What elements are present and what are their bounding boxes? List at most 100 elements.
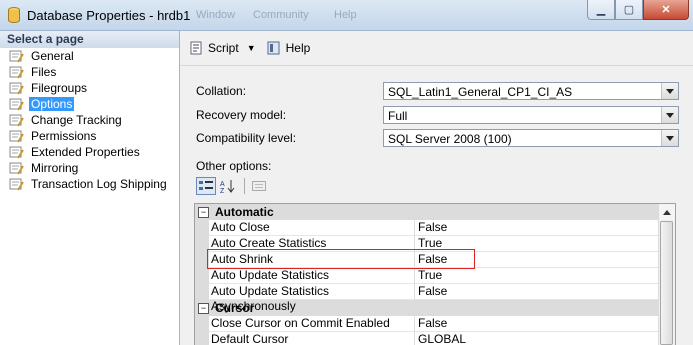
window-title: Database Properties - hrdb1 xyxy=(27,8,191,23)
property-value[interactable]: False xyxy=(415,284,675,300)
window-controls: ▁ ▢ ✕ xyxy=(587,0,689,20)
property-value[interactable]: False xyxy=(415,316,675,332)
property-value[interactable]: True xyxy=(415,268,675,284)
collapse-icon[interactable]: − xyxy=(198,302,209,314)
compat-select[interactable]: SQL Server 2008 (100) xyxy=(383,129,679,147)
property-row[interactable]: Auto Shrink False xyxy=(195,252,675,268)
categorized-icon xyxy=(199,181,213,190)
other-options-label: Other options: xyxy=(196,159,272,173)
recovery-row: Recovery model: xyxy=(196,105,384,125)
help-button[interactable]: Help xyxy=(266,40,311,56)
page-wrench-icon xyxy=(9,98,24,111)
sidebar-item-general[interactable]: General xyxy=(0,48,179,64)
property-grid: − Automatic Auto Close False Auto Create Sta… xyxy=(194,203,676,345)
ghost-menu-help: Help xyxy=(334,9,357,21)
property-name: Auto Close xyxy=(195,220,415,236)
property-name: Auto Create Statistics xyxy=(195,236,415,252)
page-wrench-icon xyxy=(9,114,24,127)
alphabetical-button[interactable]: A Z xyxy=(218,177,238,195)
property-pages-button[interactable] xyxy=(249,177,269,195)
property-pages-icon xyxy=(252,181,266,191)
help-icon xyxy=(267,41,280,55)
property-row[interactable]: Default Cursor GLOBAL xyxy=(195,332,675,345)
sidebar-item-change-tracking[interactable]: Change Tracking xyxy=(0,112,179,128)
sort-az-icon: A Z xyxy=(220,180,235,193)
vertical-scrollbar[interactable] xyxy=(658,204,675,345)
page-wrench-icon xyxy=(9,162,24,175)
svg-text:Z: Z xyxy=(220,188,225,193)
page-wrench-icon xyxy=(9,178,24,191)
sidebar-item-filegroups[interactable]: Filegroups xyxy=(0,80,179,96)
property-value[interactable]: True xyxy=(415,236,675,252)
ghost-menu-window: Window xyxy=(196,9,236,21)
property-row[interactable]: Auto Update Statistics Asynchronously Fal… xyxy=(195,284,675,313)
property-row[interactable]: Close Cursor on Commit Enabled False xyxy=(195,316,675,332)
property-name: Auto Update Statistics xyxy=(195,268,415,284)
close-button[interactable]: ✕ xyxy=(643,0,689,20)
chevron-down-icon xyxy=(661,107,678,123)
maximize-icon: ▢ xyxy=(623,4,635,16)
maximize-button[interactable]: ▢ xyxy=(615,0,643,20)
sidebar-item-permissions[interactable]: Permissions xyxy=(0,128,179,144)
recovery-select[interactable]: Full xyxy=(383,106,679,124)
scroll-thumb[interactable] xyxy=(660,221,673,345)
property-row[interactable]: Auto Update Statistics True xyxy=(195,268,675,284)
property-value[interactable]: GLOBAL xyxy=(415,332,675,345)
property-name: Close Cursor on Commit Enabled xyxy=(195,316,415,332)
collation-row: Collation: xyxy=(196,81,384,101)
property-value[interactable]: False xyxy=(415,220,675,236)
sidebar-item-label: Filegroups xyxy=(31,81,88,95)
ghost-menu-community: Community xyxy=(253,9,309,21)
property-grid-body: − Automatic Auto Close False Auto Create Sta… xyxy=(195,204,675,345)
recovery-value: Full xyxy=(388,109,408,123)
sidebar-item-label: Mirroring xyxy=(31,161,79,175)
sidebar-item-label: General xyxy=(31,49,74,63)
property-row[interactable]: Auto Close False xyxy=(195,220,675,236)
sidebar-item-files[interactable]: Files xyxy=(0,64,179,80)
sidebar-item-label: Permissions xyxy=(31,129,97,143)
script-label: Script xyxy=(208,41,239,55)
compat-row: Compatibility level: xyxy=(196,128,384,148)
page-list: General Files Filegroups Options Change Trac… xyxy=(0,48,179,192)
toolbar: Script ▼ Help xyxy=(180,31,693,66)
page-wrench-icon xyxy=(9,66,24,79)
page-wrench-icon xyxy=(9,50,24,63)
toolbar-divider xyxy=(244,178,245,194)
page-wrench-icon xyxy=(9,146,24,159)
grid-toolbar: A Z xyxy=(196,177,271,195)
chevron-down-icon xyxy=(661,130,678,146)
compat-label: Compatibility level: xyxy=(196,131,297,145)
scroll-up-icon[interactable] xyxy=(659,204,675,220)
category-label: Automatic xyxy=(215,205,274,219)
property-row[interactable]: Auto Create Statistics True xyxy=(195,236,675,252)
help-label: Help xyxy=(285,41,311,55)
minimize-icon: ▁ xyxy=(596,4,606,16)
sidebar-item-options[interactable]: Options xyxy=(0,96,179,112)
categorized-button[interactable] xyxy=(196,177,216,195)
script-icon xyxy=(190,41,202,55)
collation-label: Collation: xyxy=(196,84,247,98)
page-wrench-icon xyxy=(9,130,24,143)
sidebar-item-label: Files xyxy=(31,65,57,79)
property-value[interactable]: False xyxy=(415,252,675,268)
sidebar-header: Select a page xyxy=(0,31,179,48)
chevron-down-icon[interactable]: ▼ xyxy=(247,43,256,53)
sidebar-item-label: Transaction Log Shipping xyxy=(31,177,167,191)
sidebar-item-extended-properties[interactable]: Extended Properties xyxy=(0,144,179,160)
page-selector-panel: Select a page General Files Filegroups Opti… xyxy=(0,31,180,345)
collation-value: SQL_Latin1_General_CP1_CI_AS xyxy=(388,85,573,99)
database-icon xyxy=(8,7,20,23)
collapse-icon[interactable]: − xyxy=(198,206,209,218)
compat-value: SQL Server 2008 (100) xyxy=(388,132,512,146)
sidebar-item-transaction-log-shipping[interactable]: Transaction Log Shipping xyxy=(0,176,179,192)
collation-select[interactable]: SQL_Latin1_General_CP1_CI_AS xyxy=(383,82,679,100)
sidebar-item-label: Extended Properties xyxy=(31,145,140,159)
options-panel: Script ▼ Help Collation: SQL_Latin1_Gene… xyxy=(180,31,693,345)
sidebar-item-mirroring[interactable]: Mirroring xyxy=(0,160,179,176)
category-automatic[interactable]: − Automatic xyxy=(195,204,675,220)
minimize-button[interactable]: ▁ xyxy=(587,0,615,20)
recovery-label: Recovery model: xyxy=(196,108,287,122)
svg-text:A: A xyxy=(220,181,225,188)
script-button[interactable]: Script ▼ xyxy=(188,40,256,56)
close-icon: ✕ xyxy=(661,4,671,16)
